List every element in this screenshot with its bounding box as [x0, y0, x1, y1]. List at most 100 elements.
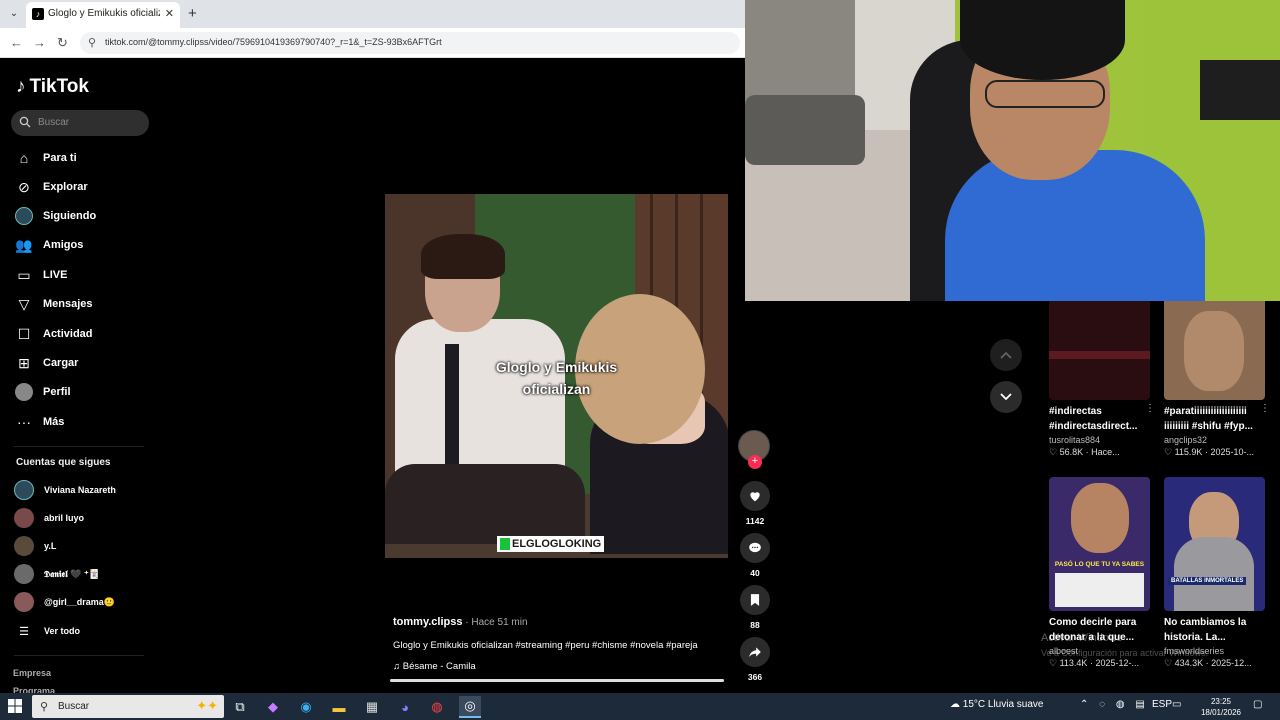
comment-icon	[749, 542, 761, 553]
video-player[interactable]: Gloglo y Emikukis oficializan ELGLOGLOKI…	[385, 194, 728, 558]
rec-views: 115.9K	[1174, 447, 1203, 457]
share-button[interactable]	[740, 637, 770, 667]
store-icon[interactable]: ▦	[361, 696, 383, 718]
search-highlight-icon: ✦✦	[196, 698, 218, 713]
nav-explorar[interactable]: ⊘ Explorar	[14, 176, 154, 198]
nav-mensajes[interactable]: ▽ Mensajes	[14, 293, 154, 315]
notifications-icon[interactable]: ▢	[1253, 699, 1262, 710]
copilot-icon[interactable]: ◆	[262, 696, 284, 718]
cloud-rain-icon: ☁	[950, 699, 963, 710]
url-field[interactable]: ⚲ tiktok.com/@tommy.clipss/video/7596910…	[80, 32, 740, 54]
rec-views: 56.8K	[1059, 447, 1084, 457]
windows-start-icon[interactable]	[8, 699, 22, 713]
followed-account[interactable]: Viviana Nazareth	[14, 480, 154, 500]
friends-icon: 👥	[15, 236, 33, 253]
previous-video-button[interactable]	[990, 339, 1022, 371]
nav-amigos[interactable]: 👥 Amigos	[14, 234, 154, 256]
nav-siguiendo[interactable]: Siguiendo	[14, 205, 154, 227]
browser-tab-bar: ⌄ ♪ Gloglo y Emikukis oficializan #... ✕…	[0, 0, 745, 28]
url-text: tiktok.com/@tommy.clipss/video/759691041…	[105, 37, 442, 47]
video-music[interactable]: ♫ Bésame - Camila	[393, 661, 476, 672]
video-author[interactable]: tommy.clipss · Hace 51 min	[393, 616, 528, 628]
new-tab-icon[interactable]: +	[188, 5, 197, 22]
browser-tab[interactable]: ♪ Gloglo y Emikukis oficializan #... ✕	[26, 2, 180, 28]
heart-outline-icon: ♡	[1164, 447, 1175, 457]
task-view-icon[interactable]: ⧉	[229, 696, 251, 718]
music-title[interactable]: Bésame - Camila	[403, 661, 476, 672]
logo-text: TikTok	[29, 76, 89, 97]
weather-widget[interactable]: ☁ 15°C Lluvia suave	[950, 699, 1044, 710]
comment-button[interactable]	[740, 533, 770, 563]
video-progress-bar[interactable]	[390, 679, 724, 682]
followed-account[interactable]: abril luyo	[14, 508, 154, 528]
rec-title: #indirectas #indirectasdirect...	[1049, 406, 1138, 432]
video-thumbnail[interactable]	[1164, 301, 1265, 400]
follow-plus-icon[interactable]: +	[748, 455, 762, 469]
avatar	[14, 480, 34, 500]
next-video-button[interactable]	[990, 381, 1022, 413]
followed-account[interactable]: 𝕯𝖆𝖓𝖎𝖊𝖑 🖤 ⁺🃏	[14, 564, 154, 584]
chrome-icon[interactable]: ◍	[426, 696, 448, 718]
author-name[interactable]: tommy.clipss	[393, 616, 463, 628]
nav-para-ti[interactable]: ⌂ Para ti	[14, 147, 154, 169]
nav-label: Siguiendo	[43, 210, 97, 222]
obs-icon[interactable]: ◎	[459, 696, 481, 718]
video-thumbnail[interactable]: PASÓ LO QUE TU YA SABES	[1049, 477, 1150, 611]
followed-account[interactable]: @girl__drama🙂	[14, 592, 154, 612]
caption-line: Gloglo y Emikukis	[495, 359, 618, 375]
nav-label: LIVE	[43, 269, 68, 281]
screen: ⌄ ♪ Gloglo y Emikukis oficializan #... ✕…	[0, 0, 1280, 720]
see-all-link[interactable]: ☰ Ver todo	[14, 621, 154, 641]
back-icon[interactable]: ←	[10, 35, 23, 50]
search-input[interactable]: Buscar	[11, 110, 149, 136]
nav-label: Más	[43, 416, 65, 428]
taskbar-search[interactable]: ⚲ Buscar ✦✦	[32, 695, 224, 718]
home-icon: ⌂	[19, 150, 29, 166]
forward-icon[interactable]: →	[33, 35, 46, 50]
nav-actividad[interactable]: ☐ Actividad	[14, 323, 154, 345]
nav-live[interactable]: ▭ LIVE	[14, 264, 154, 286]
rec-user[interactable]: angclips32	[1164, 435, 1265, 445]
following-avatar-icon	[14, 206, 34, 226]
language-indicator[interactable]: ESP	[1152, 699, 1172, 710]
chevron-up-icon	[1000, 351, 1012, 359]
activity-icon: ☐	[17, 325, 31, 342]
video-thumbnail[interactable]: BATALLAS INMORTALES	[1164, 477, 1265, 611]
nav-label: Cargar	[43, 357, 79, 369]
rec-stats: ♡ 115.9K · 2025-10-...	[1164, 447, 1254, 457]
tab-list-chevron-icon[interactable]: ⌄	[6, 6, 22, 22]
footer-link-empresa[interactable]: Empresa	[13, 668, 51, 678]
profile-avatar-icon	[14, 382, 34, 402]
discord-icon[interactable]: ◕	[394, 696, 416, 718]
progress-fill	[390, 679, 724, 682]
nav-cargar[interactable]: ⊞ Cargar	[14, 352, 154, 374]
network-volume-icons[interactable]: ▭	[1172, 699, 1181, 710]
list-icon: ☰	[19, 625, 29, 638]
taskbar-clock[interactable]: 23:25 18/01/2026	[1196, 696, 1246, 718]
taskbar-search-text: Buscar	[58, 701, 90, 712]
nav-mas[interactable]: ··· Más	[14, 411, 154, 433]
more-options-icon[interactable]: ⋮	[1145, 403, 1155, 414]
tiktok-note-icon: ♪	[16, 76, 26, 97]
webcam-overlay	[745, 0, 1280, 301]
rec-user[interactable]: tusrolitas884	[1049, 435, 1150, 445]
system-tray-icons[interactable]: ⌃ ◌ ◍ ▤	[1080, 699, 1149, 710]
recommended-video[interactable]: BATALLAS INMORTALES No cambiamos la hist…	[1164, 477, 1265, 669]
edge-icon[interactable]: ◉	[295, 696, 317, 718]
recommended-video[interactable]: #indirectas #indirectasdirect... tusroli…	[1049, 301, 1155, 458]
webcam-scene	[1200, 60, 1280, 120]
more-options-icon[interactable]: ⋮	[1260, 403, 1270, 414]
tiktok-logo[interactable]: ♪ TikTok	[16, 76, 89, 98]
like-button[interactable]	[740, 481, 770, 511]
nav-perfil[interactable]: Perfil	[14, 381, 154, 403]
file-explorer-icon[interactable]: ▬	[328, 696, 350, 718]
recommended-video[interactable]: #paratiiiiiiiiiiiiiiiiiii iiiiiiiii #shi…	[1164, 301, 1270, 458]
reload-icon[interactable]: ↻	[57, 35, 68, 51]
site-info-icon[interactable]: ⚲	[88, 36, 96, 49]
thumbnail-overlay-text: BATALLAS INMORTALES	[1168, 577, 1247, 585]
video-scene	[421, 234, 505, 279]
followed-account[interactable]: y.L	[14, 536, 154, 556]
video-thumbnail[interactable]	[1049, 301, 1150, 400]
save-button[interactable]	[740, 585, 770, 615]
close-tab-icon[interactable]: ✕	[165, 7, 174, 20]
